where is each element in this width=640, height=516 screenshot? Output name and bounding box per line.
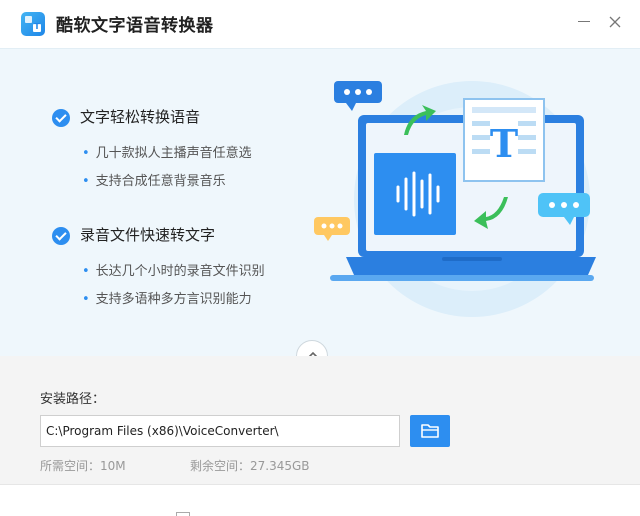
check-circle-icon	[52, 109, 70, 127]
minimize-button[interactable]	[572, 10, 596, 34]
required-space-text: 所需空间：10M	[40, 459, 126, 473]
laptop-illustration: T	[314, 81, 596, 317]
close-icon	[609, 16, 621, 28]
install-path-input[interactable]	[40, 415, 400, 447]
app-title: 酷软文字语音转换器	[56, 16, 214, 36]
title-bar: T 酷软文字语音转换器	[0, 0, 640, 48]
feature-bullet: 几十款拟人主播声音任意选	[82, 142, 252, 161]
feature-bullet: 支持合成任意背景音乐	[82, 170, 226, 189]
install-path-label: 安装路径：	[40, 392, 106, 407]
footer	[0, 484, 640, 516]
svg-text:T: T	[490, 121, 518, 166]
close-button[interactable]	[603, 10, 627, 34]
checkbox[interactable]	[176, 512, 190, 516]
feature-title: 录音文件快速转文字	[80, 226, 216, 244]
minimize-icon	[578, 21, 590, 22]
folder-icon	[421, 424, 439, 438]
feature-banner: 文字轻松转换语音 几十款拟人主播声音任意选 支持合成任意背景音乐 录音文件快速转…	[0, 48, 640, 356]
app-logo-icon: T	[21, 12, 45, 36]
feature-title: 文字轻松转换语音	[80, 108, 201, 126]
browse-folder-button[interactable]	[410, 415, 450, 447]
free-space-text: 剩余空间：27.345GB	[190, 459, 310, 473]
install-panel: 安装路径： 所需空间：10M 剩余空间：27.345GB	[0, 356, 640, 484]
check-circle-icon	[52, 227, 70, 245]
feature-bullet: 长达几个小时的录音文件识别	[82, 260, 265, 279]
feature-bullet: 支持多语种多方言识别能力	[82, 288, 252, 307]
